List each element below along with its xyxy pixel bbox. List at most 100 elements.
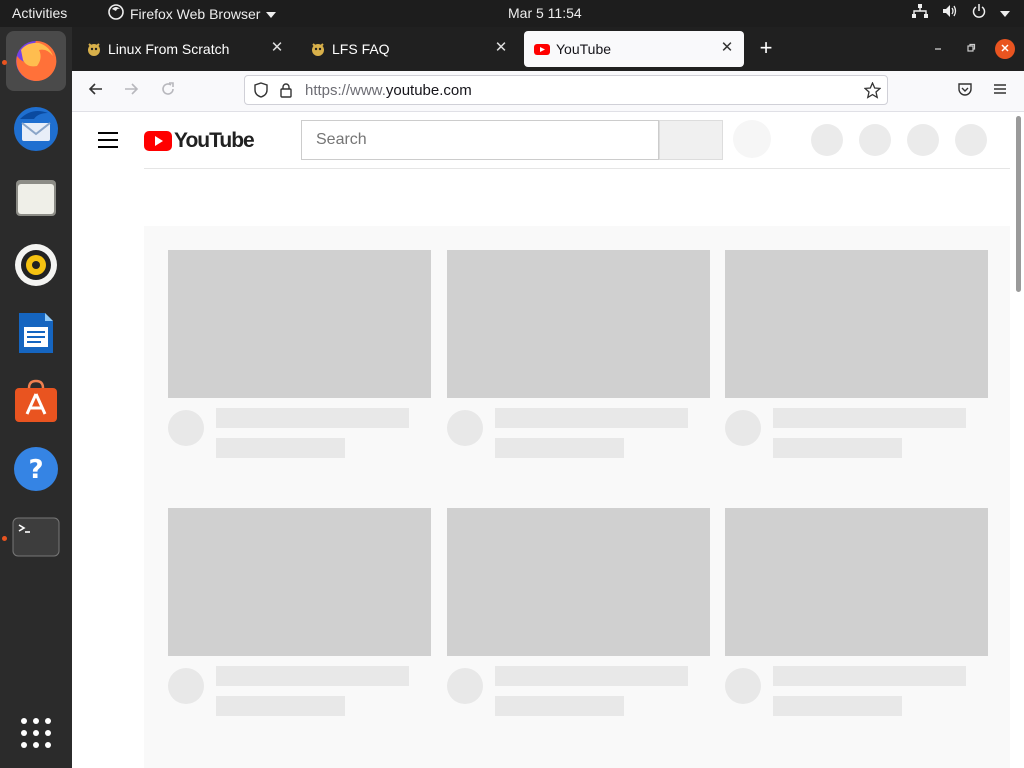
thumbnail-placeholder [447, 508, 710, 656]
volume-icon [942, 4, 958, 21]
dock-files[interactable] [6, 167, 66, 227]
url-protocol: https://www. [305, 82, 386, 99]
power-icon [972, 4, 986, 21]
running-indicator [2, 536, 7, 541]
youtube-favicon-icon [534, 44, 550, 55]
url-domain: youtube.com [385, 82, 472, 99]
search-button[interactable] [659, 120, 723, 160]
thumbnail-placeholder [725, 508, 988, 656]
restore-icon [967, 43, 976, 52]
network-icon [912, 4, 928, 21]
video-card-skeleton[interactable] [725, 508, 988, 716]
channel-avatar-placeholder [725, 668, 761, 704]
pocket-button[interactable] [954, 80, 976, 102]
rhythmbox-icon [15, 244, 57, 286]
meta-placeholder [773, 438, 902, 458]
video-card-skeleton[interactable] [168, 250, 431, 458]
show-applications-button[interactable] [6, 703, 66, 763]
shield-icon [254, 82, 268, 98]
url-text: https://www.youtube.com [305, 82, 472, 99]
firefox-icon [16, 40, 57, 81]
meta-placeholder [495, 438, 624, 458]
dock-libreoffice-writer[interactable] [6, 303, 66, 363]
reload-button[interactable] [157, 80, 179, 102]
close-icon[interactable]: ✕ [718, 39, 736, 57]
page-scrollbar[interactable] [1016, 116, 1021, 292]
channel-avatar-placeholder [725, 410, 761, 446]
dock-firefox[interactable] [6, 31, 66, 91]
tab-label: LFS FAQ [332, 41, 390, 57]
search-input[interactable] [314, 121, 648, 159]
video-card-skeleton[interactable] [447, 508, 710, 716]
back-button[interactable] [85, 80, 107, 102]
tab-linux-from-scratch[interactable]: Linux From Scratch ✕ [76, 31, 294, 67]
youtube-search-box[interactable] [301, 120, 659, 160]
tab-label: YouTube [556, 41, 612, 57]
chevron-down-icon [1000, 5, 1010, 21]
thumbnail-placeholder [168, 250, 431, 398]
meta-placeholder [216, 438, 345, 458]
terminal-icon [12, 517, 60, 557]
title-placeholder [773, 666, 966, 686]
meta-placeholder [216, 696, 345, 716]
chevron-down-icon [266, 6, 277, 22]
forward-button[interactable] [120, 80, 142, 102]
avatar-placeholder[interactable] [955, 124, 987, 156]
title-placeholder [216, 408, 409, 428]
dock-rhythmbox[interactable] [6, 235, 66, 295]
maximize-button[interactable] [961, 39, 981, 59]
thumbnail-placeholder [447, 250, 710, 398]
star-icon[interactable] [864, 82, 881, 99]
voice-search-placeholder[interactable] [733, 120, 771, 158]
new-tab-button[interactable]: + [754, 37, 778, 61]
channel-avatar-placeholder [447, 410, 483, 446]
youtube-logo[interactable]: YouTube [144, 129, 255, 153]
close-icon[interactable]: ✕ [268, 39, 286, 57]
dock-help[interactable]: ? [6, 439, 66, 499]
writer-icon [19, 313, 53, 353]
thunderbird-icon [14, 107, 58, 151]
channel-avatar-placeholder [168, 410, 204, 446]
chip-bar-placeholder [144, 168, 1010, 228]
menu-button[interactable] [989, 80, 1011, 102]
gnome-top-bar: Activities Firefox Web Browser Mar 5 11:… [0, 0, 1024, 27]
activities-button[interactable]: Activities [12, 5, 67, 21]
youtube-guide-button[interactable] [98, 132, 118, 148]
system-status-area[interactable] [912, 4, 1010, 21]
youtube-page: YouTube [72, 112, 1024, 768]
hamburger-menu-icon [994, 84, 1006, 94]
close-icon[interactable]: ✕ [492, 39, 510, 57]
meta-placeholder [495, 696, 624, 716]
tab-youtube[interactable]: YouTube ✕ [524, 31, 744, 67]
channel-avatar-placeholder [447, 668, 483, 704]
video-card-skeleton[interactable] [168, 508, 431, 716]
window-close-button[interactable] [995, 39, 1015, 59]
title-placeholder [495, 666, 688, 686]
clock[interactable]: Mar 5 11:54 [508, 5, 582, 21]
tab-strip: Linux From Scratch ✕ LFS FAQ ✕ YouTube ✕… [72, 27, 1024, 71]
thumbnail-placeholder [725, 250, 988, 398]
dock-thunderbird[interactable] [6, 99, 66, 159]
pocket-icon [958, 83, 972, 96]
header-icon-placeholder[interactable] [907, 124, 939, 156]
tab-lfs-faq[interactable]: LFS FAQ ✕ [300, 31, 518, 67]
meta-placeholder [773, 696, 902, 716]
header-icon-placeholder[interactable] [859, 124, 891, 156]
title-placeholder [495, 408, 688, 428]
video-card-skeleton[interactable] [725, 250, 988, 458]
video-card-skeleton[interactable] [447, 250, 710, 458]
dock-terminal[interactable] [6, 507, 66, 567]
minimize-button[interactable] [928, 39, 948, 59]
header-icon-placeholder[interactable] [811, 124, 843, 156]
minimize-icon [935, 48, 941, 50]
app-menu-label: Firefox Web Browser [130, 5, 261, 22]
app-menu[interactable]: Firefox Web Browser [108, 4, 277, 23]
url-bar[interactable]: https://www.youtube.com [244, 75, 888, 105]
software-icon [15, 379, 57, 422]
dock-ubuntu-software[interactable] [6, 371, 66, 431]
close-icon [1001, 44, 1009, 52]
help-icon: ? [14, 447, 58, 491]
firefox-small-icon [108, 4, 124, 23]
files-icon [16, 180, 56, 216]
app-grid-icon [21, 718, 51, 748]
